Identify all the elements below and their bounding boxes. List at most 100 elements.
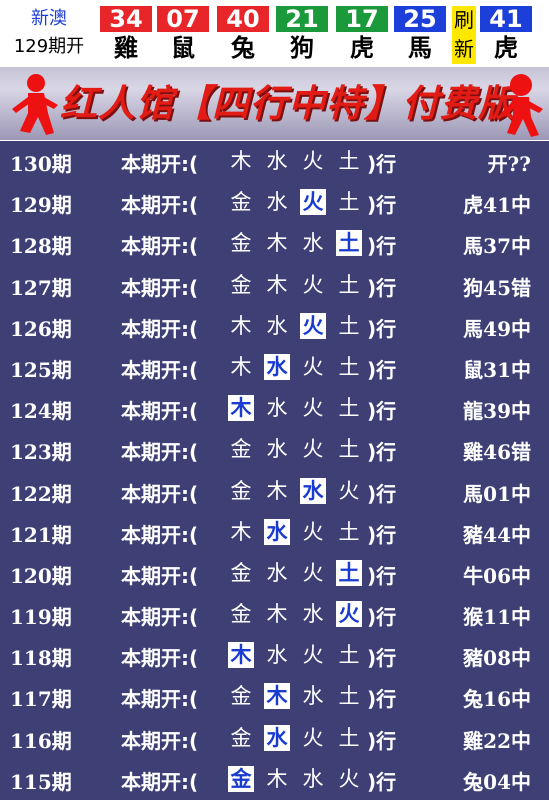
prediction-row: 119期 本期开:(金木水火)行 猴11中 [0, 594, 549, 635]
prediction-row: 129期 本期开:(金水火土)行 虎41中 [0, 182, 549, 223]
draw-label: 本期开:( [121, 769, 199, 794]
element-pick: 土 [338, 437, 360, 462]
issue-label: 129期开 [13, 36, 85, 57]
result-label: 虎41中 [463, 193, 531, 218]
prediction-row: 122期 本期开:(金木水火)行 馬01中 [0, 471, 549, 512]
result-label: 龍39中 [463, 399, 531, 424]
element-pick: 土 [338, 684, 360, 709]
element-pick: 土 [338, 354, 360, 379]
close-label: )行 [367, 234, 397, 259]
element-pick: 金 [230, 602, 252, 627]
result-label: 开?? [487, 152, 531, 176]
period-label: 126期 [10, 316, 72, 341]
close-label: )行 [367, 357, 397, 382]
close-label: )行 [367, 563, 397, 588]
banner: 红人馆【四行中特】付费版 [0, 67, 549, 140]
ball-number: 25 [394, 6, 446, 32]
element-hit: 土 [336, 559, 362, 586]
prediction-row: 126期 本期开:(木水火土)行 馬49中 [0, 306, 549, 347]
result-ball: 17 虎 [336, 6, 388, 66]
ball-zodiac: 鼠 [171, 33, 195, 62]
period-label: 120期 [10, 563, 72, 588]
close-label: )行 [367, 646, 397, 671]
close-label: )行 [367, 522, 397, 547]
result-label: 馬49中 [463, 316, 531, 341]
prediction-row: 130期 本期开:(木水火土)行 开?? [0, 141, 549, 182]
draw-label: 本期开:( [121, 481, 199, 506]
prediction-row: 117期 本期开:(金木水土)行 兔16中 [0, 676, 549, 717]
result-ball: 41 虎 [480, 6, 532, 66]
element-pick: 火 [302, 396, 324, 421]
element-pick: 金 [230, 272, 252, 297]
element-pick: 水 [302, 766, 324, 791]
result-label: 兔04中 [463, 769, 531, 794]
close-label: )行 [367, 481, 397, 506]
element-hit: 水 [264, 518, 290, 545]
period-label: 115期 [10, 769, 72, 794]
result-label: 鼠31中 [463, 357, 531, 382]
element-pick: 水 [266, 190, 288, 215]
close-label: )行 [367, 275, 397, 300]
element-pick: 木 [266, 231, 288, 256]
period-label: 121期 [10, 522, 72, 547]
element-pick: 金 [230, 231, 252, 256]
ball-zodiac: 虎 [350, 33, 374, 62]
draw-label: 本期开:( [121, 522, 199, 547]
ball-zodiac: 雞 [114, 33, 138, 62]
result-label: 狗45错 [463, 275, 531, 300]
element-pick: 土 [338, 519, 360, 544]
element-pick: 木 [266, 478, 288, 503]
element-hit: 水 [264, 353, 290, 380]
element-hit: 火 [336, 601, 362, 628]
prediction-row: 118期 本期开:(木水火土)行 豬08中 [0, 635, 549, 676]
element-pick: 土 [338, 190, 360, 215]
draw-label: 本期开:( [121, 440, 199, 465]
draw-label: 本期开:( [121, 605, 199, 630]
element-pick: 金 [230, 560, 252, 585]
result-label: 豬44中 [463, 522, 531, 547]
element-hit: 水 [264, 724, 290, 751]
ball-zodiac: 虎 [494, 33, 518, 62]
element-pick: 水 [302, 231, 324, 256]
element-pick: 金 [230, 478, 252, 503]
region-label: 新澳 [31, 8, 67, 29]
prediction-row: 125期 本期开:(木水火土)行 鼠31中 [0, 347, 549, 388]
result-ball: 40 兔 [217, 6, 269, 66]
result-ball: 34 雞 [100, 6, 152, 66]
banner-title: 红人馆【四行中特】付费版 [60, 81, 516, 125]
element-pick: 火 [302, 643, 324, 668]
prediction-row: 115期 本期开:(金木水火)行 兔04中 [0, 759, 549, 800]
element-hit: 木 [228, 395, 254, 422]
close-label: )行 [367, 440, 397, 465]
element-pick: 水 [302, 602, 324, 627]
prediction-row: 123期 本期开:(金水火土)行 雞46错 [0, 429, 549, 470]
element-pick: 火 [338, 478, 360, 503]
result-label: 豬08中 [463, 646, 531, 671]
element-pick: 火 [302, 437, 324, 462]
element-pick: 木 [266, 272, 288, 297]
element-hit: 金 [228, 765, 254, 792]
element-pick: 水 [266, 149, 288, 173]
period-label: 116期 [10, 728, 72, 753]
element-pick: 土 [338, 272, 360, 297]
prediction-row: 128期 本期开:(金木水土)行 馬37中 [0, 223, 549, 264]
result-label: 猴11中 [463, 605, 531, 630]
draw-label: 本期开:( [121, 399, 199, 424]
element-pick: 水 [266, 560, 288, 585]
element-pick: 水 [266, 643, 288, 668]
prediction-row: 127期 本期开:(金木火土)行 狗45错 [0, 265, 549, 306]
element-pick: 水 [266, 437, 288, 462]
ball-number: 41 [480, 6, 532, 32]
refresh-button[interactable]: 刷新 [452, 6, 476, 64]
element-pick: 木 [230, 519, 252, 544]
element-pick: 火 [302, 149, 324, 173]
element-pick: 木 [266, 602, 288, 627]
period-label: 119期 [10, 605, 72, 630]
ball-number: 17 [336, 6, 388, 32]
refresh-label: 新 [454, 37, 474, 61]
element-pick: 水 [266, 396, 288, 421]
close-label: )行 [367, 399, 397, 424]
period-label: 130期 [10, 152, 72, 176]
ball-number: 21 [276, 6, 328, 32]
element-pick: 火 [338, 766, 360, 791]
